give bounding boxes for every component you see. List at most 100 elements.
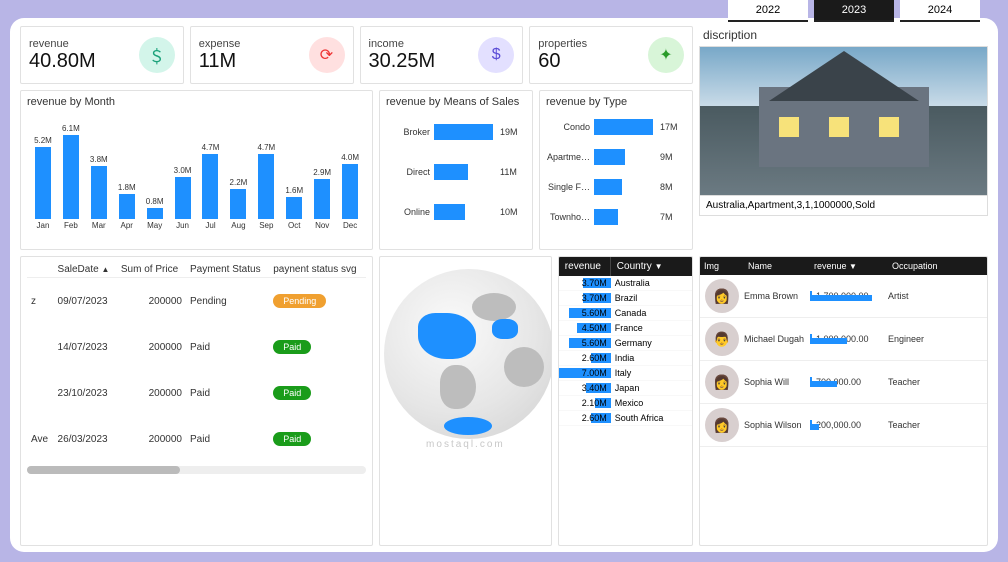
revenue-value: 5.60M [582, 338, 607, 348]
bar-month[interactable]: 1.8MApr [113, 183, 141, 230]
col-name[interactable]: Name [744, 257, 810, 275]
bar-category-label: Direct [386, 167, 434, 177]
bar-month[interactable]: 2.2MAug [224, 178, 252, 230]
tab-2022[interactable]: 2022 [728, 0, 808, 22]
person-revenue: 1,700,000.00 [810, 291, 888, 301]
col-payment-svg[interactable]: paynent status svg [269, 262, 366, 278]
horizontal-scrollbar[interactable] [27, 466, 366, 474]
money-icon: ＄ [139, 37, 175, 73]
revenue-value: 2.60M [582, 413, 607, 423]
table-row[interactable]: 4.50MFrance [559, 321, 692, 336]
table-row[interactable]: 2.60MSouth Africa [559, 411, 692, 426]
table-row[interactable]: 👩Sophia Will700,000.00Teacher [700, 361, 987, 404]
table-row[interactable]: 2.60M India [559, 351, 692, 366]
country-name: Germany [611, 336, 692, 350]
bar-month[interactable]: 0.8MMay [141, 197, 169, 230]
person-occupation: Teacher [888, 377, 987, 387]
person-occupation: Artist [888, 291, 987, 301]
country-name: Italy [611, 366, 692, 380]
sort-down-icon: ▼ [849, 262, 857, 271]
country-revenue-table[interactable]: revenue Country ▼ 3.70MAustralia3.70MBra… [558, 256, 693, 546]
person-name: Sophia Will [744, 377, 810, 387]
table-row[interactable]: 👩Emma Brown1,700,000.00Artist [700, 275, 987, 318]
bar-value-label: 1.6M [285, 186, 303, 195]
bar-row[interactable]: Single F…8M [546, 179, 686, 195]
bar-month[interactable]: 3.8MMar [85, 155, 113, 230]
bar-row[interactable]: Direct 11M [386, 164, 526, 180]
col-saledate[interactable]: SaleDate ▲ [54, 262, 117, 278]
bar-row[interactable]: Apartme…9M [546, 149, 686, 165]
status-badge: Paid [273, 340, 311, 354]
table-row[interactable]: 14/07/2023200000PaidPaid [27, 324, 366, 370]
table-row[interactable]: 5.60M Germany [559, 336, 692, 351]
kpi-revenue-value: 40.80M [29, 50, 96, 73]
bar-category-label: Jun [176, 221, 189, 230]
kpi-properties-value: 60 [538, 50, 587, 73]
col-blank[interactable] [27, 262, 54, 278]
bar-row[interactable]: Online10M [386, 204, 526, 220]
person-name: Michael Dugah [744, 334, 810, 344]
bar-category-label: Apartme… [546, 152, 594, 162]
bar-month[interactable]: 2.9MNov [308, 168, 336, 230]
bar-row[interactable]: Condo17M [546, 119, 686, 135]
kpi-expense: expense 11M ⟳ [190, 26, 354, 84]
bar-value-label: 5.2M [34, 136, 52, 145]
bar-category-label: Dec [343, 221, 357, 230]
chart-revenue-by-type: revenue by Type Condo17M Apartme…9M Single… [539, 90, 693, 250]
table-row[interactable]: 3.70MBrazil [559, 291, 692, 306]
table-row[interactable]: 7.00MItaly [559, 366, 692, 381]
revenue-value: 2.60M [582, 353, 607, 363]
country-name: Mexico [611, 396, 692, 410]
table-row[interactable]: 👩Sophia Wilson200,000.00Teacher [700, 404, 987, 447]
col-payment-status[interactable]: Payment Status [186, 262, 269, 278]
bar-value-label: 0.8M [146, 197, 164, 206]
col-sum[interactable]: Sum of Price [117, 262, 186, 278]
col-country[interactable]: Country ▼ [611, 257, 669, 276]
chart-title: revenue by Type [546, 96, 686, 108]
col-occupation[interactable]: Occupation [888, 257, 987, 275]
bar-month[interactable]: 4.7M Jul [197, 143, 225, 230]
col-revenue[interactable]: revenue ▼ [810, 257, 888, 275]
bar-category-label: Jul [205, 221, 215, 230]
revenue-value: 4.50M [582, 323, 607, 333]
table-row[interactable]: 23/10/2023200000PaidPaid [27, 370, 366, 416]
tab-2024[interactable]: 2024 [900, 0, 980, 22]
bar-category-label: Broker [386, 127, 434, 137]
table-row[interactable]: 👨Michael Dugah1,000,000.00Engineer [700, 318, 987, 361]
people-revenue-table[interactable]: Img Name revenue ▼ Occupation 👩Emma Brow… [699, 256, 988, 546]
table-row[interactable]: Ave26/03/2023200000PaidPaid [27, 416, 366, 462]
table-row[interactable]: z09/07/2023200000PendingPending [27, 278, 366, 325]
bar-month[interactable]: 5.2MJan [29, 136, 57, 230]
chart-title: revenue by Means of Sales [386, 96, 526, 108]
globe-map[interactable]: mostaql.com [379, 256, 552, 546]
description-title: discription [703, 28, 988, 42]
avatar: 👨 [705, 322, 739, 356]
country-name: India [611, 351, 692, 365]
chart-revenue-by-month: revenue by Month 5.2MJan6.1MFeb3.8MMar1.… [20, 90, 373, 250]
bar-month[interactable]: 4.7MSep [252, 143, 280, 230]
chart-revenue-by-means: revenue by Means of Sales Broker 19M Direc… [379, 90, 533, 250]
table-row[interactable]: 2.10MMexico [559, 396, 692, 411]
bar-month[interactable]: 4.0MDec [336, 153, 364, 230]
table-row[interactable]: 3.40MJapan [559, 381, 692, 396]
avatar: 👩 [705, 365, 739, 399]
bar-row[interactable]: Broker 19M [386, 124, 526, 140]
tab-2023[interactable]: 2023 [814, 0, 894, 22]
bar-row[interactable]: Townho…7M [546, 209, 686, 225]
table-row[interactable]: 3.70MAustralia [559, 276, 692, 291]
bar-category-label: Townho… [546, 212, 594, 222]
sales-table[interactable]: SaleDate ▲ Sum of Price Payment Status p… [27, 262, 366, 462]
col-img[interactable]: Img [700, 257, 744, 275]
person-name: Emma Brown [744, 291, 810, 301]
bar-value-label: 4.7M [202, 143, 220, 152]
col-revenue[interactable]: revenue [559, 257, 611, 276]
description-caption: Australia,Apartment,3,1,1000000,Sold [699, 196, 988, 216]
revenue-value: 3.70M [582, 293, 607, 303]
bar-value-label: 19M [496, 127, 526, 137]
bar-month[interactable]: 1.6MOct [280, 186, 308, 230]
bar-month[interactable]: 3.0MJun [169, 166, 197, 230]
bar-value-label: 11M [496, 167, 526, 177]
table-row[interactable]: 5.60MCanada [559, 306, 692, 321]
revenue-value: 3.70M [582, 278, 607, 288]
bar-month[interactable]: 6.1MFeb [57, 124, 85, 230]
